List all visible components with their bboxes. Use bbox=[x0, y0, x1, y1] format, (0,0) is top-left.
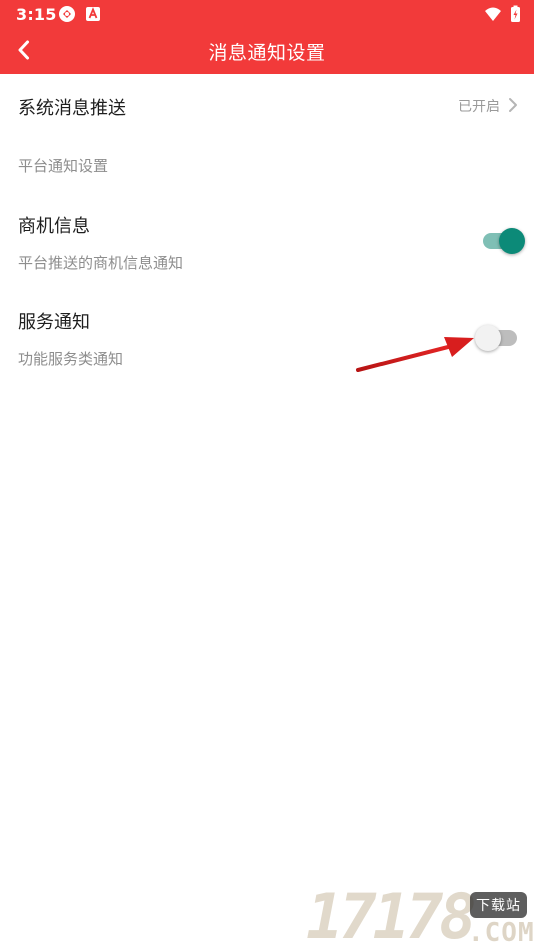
app-bar: 消息通知设置 bbox=[0, 28, 534, 74]
site-watermark: 17178 下载站 .COM bbox=[306, 884, 534, 950]
watermark-digits: 17178 bbox=[306, 880, 477, 950]
page-title: 消息通知设置 bbox=[208, 42, 326, 64]
system-push-status: 已开启 bbox=[458, 99, 500, 115]
system-push-row[interactable]: 系统消息推送 bbox=[0, 74, 534, 138]
a-badge-icon bbox=[84, 5, 102, 23]
service-notice-title: 服务通知 bbox=[18, 312, 90, 333]
watermark-site-label: 下载站 bbox=[470, 892, 527, 918]
service-notice-subtitle: 功能服务类通知 bbox=[18, 350, 124, 368]
business-info-subtitle: 平台推送的商机信息通知 bbox=[18, 254, 184, 272]
business-info-toggle[interactable] bbox=[483, 228, 525, 254]
status-bar: 3:15 bbox=[0, 0, 534, 28]
sync-icon bbox=[58, 5, 76, 23]
system-push-title: 系统消息推送 bbox=[18, 98, 126, 119]
toggle-thumb bbox=[499, 228, 525, 254]
business-info-title: 商机信息 bbox=[18, 216, 90, 237]
annotation-arrow-icon bbox=[356, 337, 474, 372]
battery-charging-icon bbox=[506, 5, 524, 23]
notification-settings-page: 3:15 消息通知设置 系统消息推送 已开启 平台通知设置 商机信息 平台推送的… bbox=[0, 0, 534, 950]
section-header-platform: 平台通知设置 bbox=[18, 157, 109, 175]
wifi-icon bbox=[484, 5, 502, 23]
business-info-row: 商机信息 平台推送的商机信息通知 bbox=[0, 196, 534, 286]
service-notice-toggle[interactable] bbox=[475, 325, 517, 351]
chevron-right-icon bbox=[506, 96, 520, 114]
watermark-com: .COM bbox=[468, 918, 534, 948]
status-time: 3:15 bbox=[16, 5, 57, 24]
